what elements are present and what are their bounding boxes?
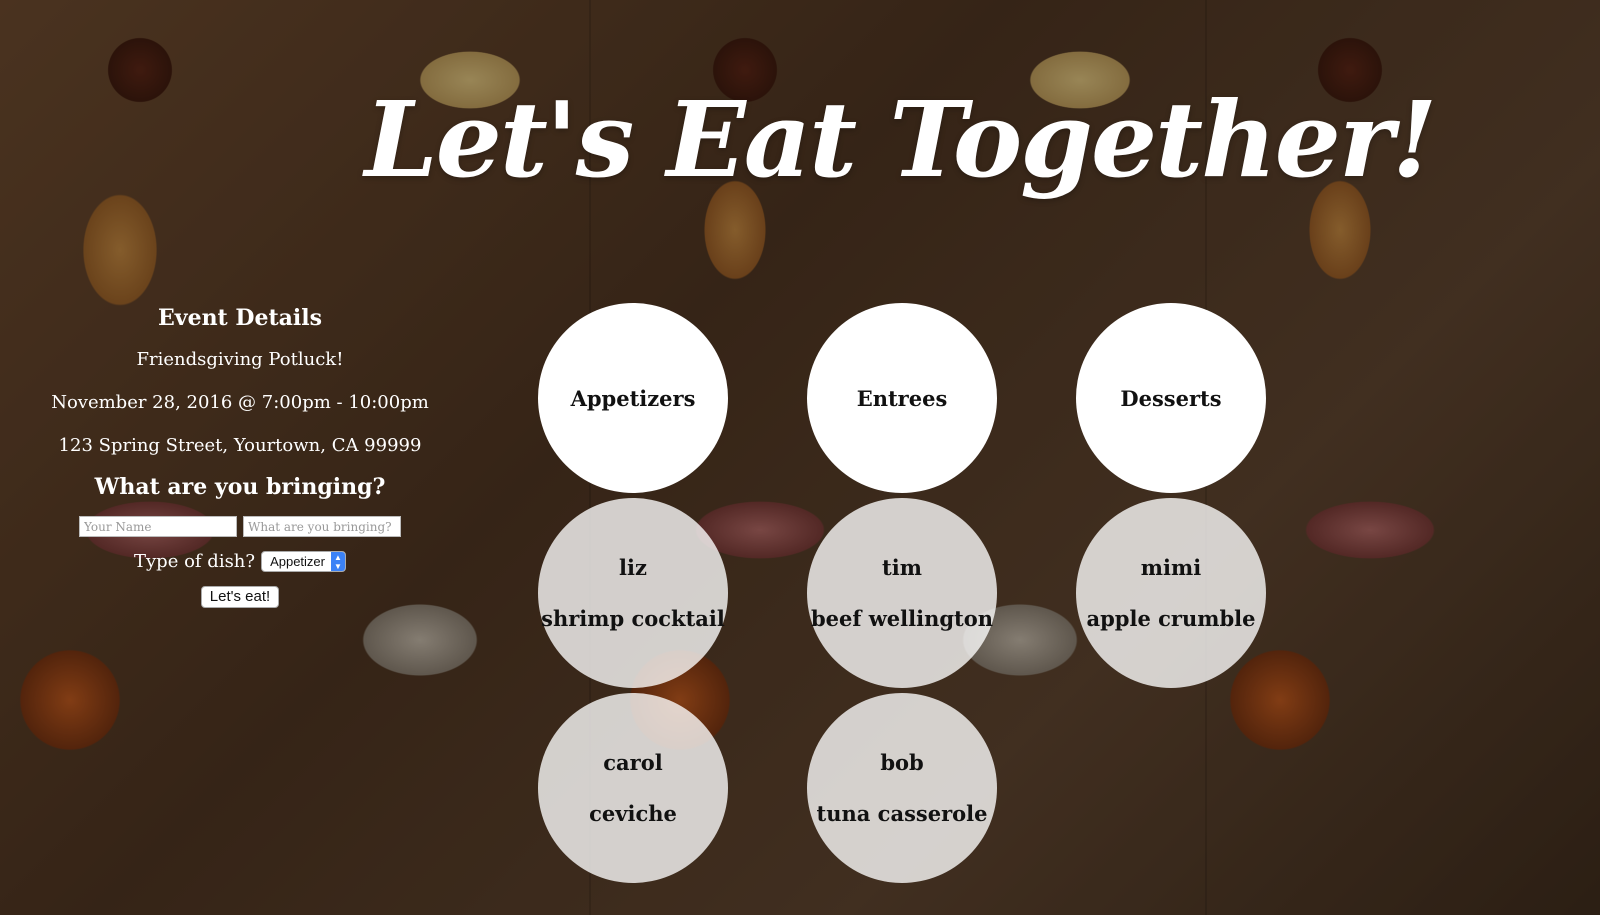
name-input[interactable] (79, 516, 237, 537)
dish-type-row: Type of dish? Appetizer ▲ ▼ (40, 551, 440, 572)
category-label: Desserts (1120, 385, 1222, 411)
dish-name: beef wellington (810, 606, 994, 631)
dish-name: tuna casserole (816, 801, 988, 826)
dish-card: tim beef wellington (807, 498, 997, 688)
category-appetizers: Appetizers (538, 303, 728, 493)
guest-name: carol (603, 750, 663, 775)
dish-input[interactable] (243, 516, 401, 537)
event-name: Friendsgiving Potluck! (136, 349, 344, 370)
dish-card: mimi apple crumble (1076, 498, 1266, 688)
event-panel: Event Details Friendsgiving Potluck! Nov… (40, 305, 440, 608)
guest-name: liz (619, 555, 647, 580)
dish-name: shrimp cocktail (541, 606, 725, 631)
dish-card: liz shrimp cocktail (538, 498, 728, 688)
dish-card: bob tuna casserole (807, 693, 997, 883)
category-desserts: Desserts (1076, 303, 1266, 493)
guest-name: tim (882, 555, 922, 580)
signup-form (40, 516, 440, 537)
dish-card: carol ceviche (538, 693, 728, 883)
dish-type-label: Type of dish? (134, 551, 256, 572)
dish-type-value: Appetizer (270, 554, 325, 569)
guest-name: bob (880, 750, 924, 775)
category-label: Appetizers (570, 385, 696, 411)
category-entrees: Entrees (807, 303, 997, 493)
select-arrows-icon: ▲ ▼ (330, 552, 345, 571)
bringing-heading: What are you bringing? (94, 474, 386, 500)
dish-name: ceviche (589, 801, 677, 826)
event-address: 123 Spring Street, Yourtown, CA 99999 (58, 435, 422, 456)
event-details-heading: Event Details (158, 305, 322, 331)
guest-name: mimi (1140, 555, 1202, 580)
dish-type-select[interactable]: Appetizer ▲ ▼ (261, 551, 346, 572)
page-title: Let's Eat Together! (364, 78, 1438, 201)
lets-eat-button[interactable]: Let's eat! (200, 586, 280, 608)
event-datetime: November 28, 2016 @ 7:00pm - 10:00pm (51, 392, 429, 413)
category-label: Entrees (856, 385, 948, 411)
dish-name: apple crumble (1086, 606, 1256, 631)
